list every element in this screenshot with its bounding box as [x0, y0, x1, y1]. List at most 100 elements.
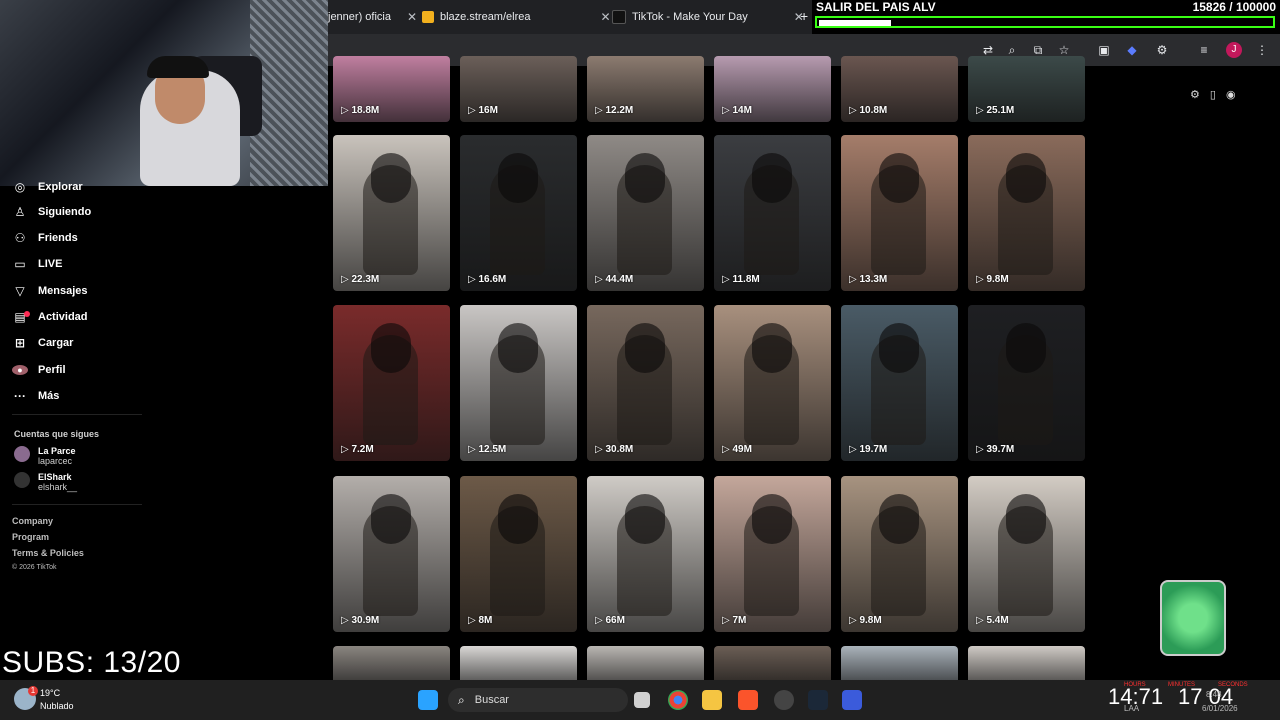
- thumbnail-figure-head: [498, 153, 538, 203]
- device-icon[interactable]: ▯: [1210, 88, 1216, 101]
- thumbnail-figure-head: [371, 323, 411, 373]
- video-thumbnail[interactable]: ▷ 30.9M: [333, 476, 450, 632]
- subs-counter: SUBS: 13/20: [2, 646, 181, 679]
- sidebar-item-more[interactable]: ··· Más: [12, 386, 59, 406]
- view-count: ▷ 39.7M: [976, 444, 1015, 455]
- system-time: 8:48: [1206, 690, 1222, 699]
- new-tab-button[interactable]: +: [800, 8, 808, 24]
- avatar: [14, 472, 30, 488]
- video-thumbnail[interactable]: ▷ 12.5M: [460, 305, 577, 461]
- tab-3[interactable]: TikTok - Make Your Day ✕: [612, 6, 804, 28]
- video-thumbnail[interactable]: ▷ 66M: [587, 476, 704, 632]
- task-view-icon[interactable]: [634, 692, 650, 708]
- thumbnail-figure-head: [371, 494, 411, 544]
- tab-title: blaze.stream/elrea: [440, 11, 531, 23]
- goal-count: 15826 / 100000: [1192, 0, 1276, 14]
- video-thumbnail[interactable]: ▷ 9.8M: [968, 135, 1085, 291]
- sidebar-item-label: Actividad: [38, 311, 88, 323]
- weather-alert-badge: 1: [28, 686, 38, 696]
- video-thumbnail[interactable]: ▷ 8M: [460, 476, 577, 632]
- brave-icon[interactable]: [738, 690, 758, 710]
- footer-terms-link[interactable]: Terms & Policies: [12, 548, 84, 558]
- video-thumbnail[interactable]: ▷ 22.3M: [333, 135, 450, 291]
- profile-avatar[interactable]: J: [1226, 42, 1242, 58]
- video-thumbnail[interactable]: ▷ 16.6M: [460, 135, 577, 291]
- steam-icon[interactable]: [808, 690, 828, 710]
- video-thumbnail[interactable]: ▷ 30.8M: [587, 305, 704, 461]
- extension-2-icon[interactable]: ◆: [1124, 42, 1140, 58]
- thumbnail-figure-head: [879, 494, 919, 544]
- thumbnail-figure-head: [1006, 323, 1046, 373]
- sidebar-item-label: LIVE: [38, 258, 63, 270]
- view-count: ▷ 49M: [722, 444, 752, 455]
- footer-company-link[interactable]: Company: [12, 516, 53, 526]
- sidebar-item-explore[interactable]: ◎ Explorar: [12, 177, 83, 197]
- video-thumbnail[interactable]: ▷ 18.8M: [333, 56, 450, 122]
- video-thumbnail[interactable]: ▷ 9.8M: [841, 476, 958, 632]
- video-thumbnail[interactable]: ▷ 7M: [714, 476, 831, 632]
- close-icon[interactable]: ✕: [601, 10, 611, 24]
- windows-start-icon[interactable]: [418, 690, 438, 710]
- app-icon[interactable]: [842, 690, 862, 710]
- sidebar-item-label: Siguiendo: [38, 206, 92, 218]
- taskbar-search[interactable]: ⌕ Buscar: [448, 688, 628, 712]
- tab-title: TikTok - Make Your Day: [632, 11, 748, 23]
- video-thumbnail[interactable]: ▷ 13.3M: [841, 135, 958, 291]
- video-thumbnail[interactable]: ▷ 7.2M: [333, 305, 450, 461]
- video-thumbnail[interactable]: ▷ 49M: [714, 305, 831, 461]
- file-explorer-icon[interactable]: [702, 690, 722, 710]
- menu-icon[interactable]: ⋮: [1254, 42, 1270, 58]
- send-icon: ▽: [15, 284, 25, 298]
- chatgpt-icon[interactable]: [774, 690, 794, 710]
- sidebar-item-label: Mensajes: [38, 285, 88, 297]
- search-placeholder: Buscar: [474, 694, 509, 706]
- account-item[interactable]: La Parce laparcec: [14, 446, 76, 466]
- account-item[interactable]: ElShark elshark__: [14, 472, 77, 492]
- sidebar-item-label: Explorar: [38, 181, 83, 193]
- view-count: ▷ 12.5M: [468, 444, 507, 455]
- video-thumbnail[interactable]: ▷ 39.7M: [968, 305, 1085, 461]
- thumbnail-figure-head: [752, 323, 792, 373]
- more-icon: ···: [14, 389, 26, 403]
- subscriber-jar-overlay: [1160, 580, 1226, 656]
- video-thumbnail[interactable]: ▷ 16M: [460, 56, 577, 122]
- video-thumbnail[interactable]: ▷ 14M: [714, 56, 831, 122]
- footer-program-link[interactable]: Program: [12, 532, 49, 542]
- view-count: ▷ 22.3M: [341, 274, 380, 285]
- chrome-icon[interactable]: [668, 690, 688, 710]
- view-count: ▷ 30.9M: [341, 615, 380, 626]
- tab-1[interactable]: jenner) oficia ✕: [328, 6, 417, 28]
- view-count: ▷ 16M: [468, 105, 498, 116]
- weather-temp: 19°C: [40, 688, 61, 698]
- sidebar-item-friends[interactable]: ⚇ Friends: [12, 228, 78, 248]
- tiktok-sidebar: ◎ Explorar ♙ Siguiendo ⚇ Friends ▭ LIVE …: [0, 180, 328, 680]
- sidebar-item-following[interactable]: ♙ Siguiendo: [12, 202, 92, 222]
- extension-icon[interactable]: ▣: [1096, 42, 1112, 58]
- copyright: © 2026 TikTok: [12, 564, 57, 571]
- close-icon[interactable]: ✕: [407, 10, 417, 24]
- sidebar-item-profile[interactable]: ● Perfil: [12, 360, 66, 380]
- tab-2[interactable]: blaze.stream/elrea ✕: [422, 6, 611, 28]
- thumbnail-figure-head: [498, 494, 538, 544]
- goal-overlay: SALIR DEL PAIS ALV 15826 / 100000: [812, 0, 1280, 34]
- media-icon[interactable]: ≡: [1196, 42, 1212, 58]
- profile-icon: ●: [12, 365, 28, 375]
- video-thumbnail[interactable]: ▷ 25.1M: [968, 56, 1085, 122]
- puzzle-icon[interactable]: ⚙: [1154, 42, 1170, 58]
- video-thumbnail[interactable]: ▷ 5.4M: [968, 476, 1085, 632]
- thumbnail-figure-head: [752, 494, 792, 544]
- sidebar-item-activity[interactable]: ▤ Actividad: [12, 307, 88, 327]
- live-icon: ▭: [14, 257, 26, 271]
- sidebar-item-live[interactable]: ▭ LIVE: [12, 254, 62, 274]
- video-thumbnail[interactable]: ▷ 12.2M: [587, 56, 704, 122]
- goal-progress-bar: [815, 16, 1275, 28]
- video-thumbnail[interactable]: ▷ 10.8M: [841, 56, 958, 122]
- avatar[interactable]: ◉: [1226, 88, 1236, 101]
- sidebar-item-messages[interactable]: ▽ Mensajes: [12, 281, 88, 301]
- thumbnail-figure-head: [879, 323, 919, 373]
- sidebar-item-upload[interactable]: ⊞ Cargar: [12, 333, 74, 353]
- video-thumbnail[interactable]: ▷ 19.7M: [841, 305, 958, 461]
- video-thumbnail[interactable]: ▷ 44.4M: [587, 135, 704, 291]
- settings-icon[interactable]: ⚙: [1190, 88, 1200, 101]
- video-thumbnail[interactable]: ▷ 11.8M: [714, 135, 831, 291]
